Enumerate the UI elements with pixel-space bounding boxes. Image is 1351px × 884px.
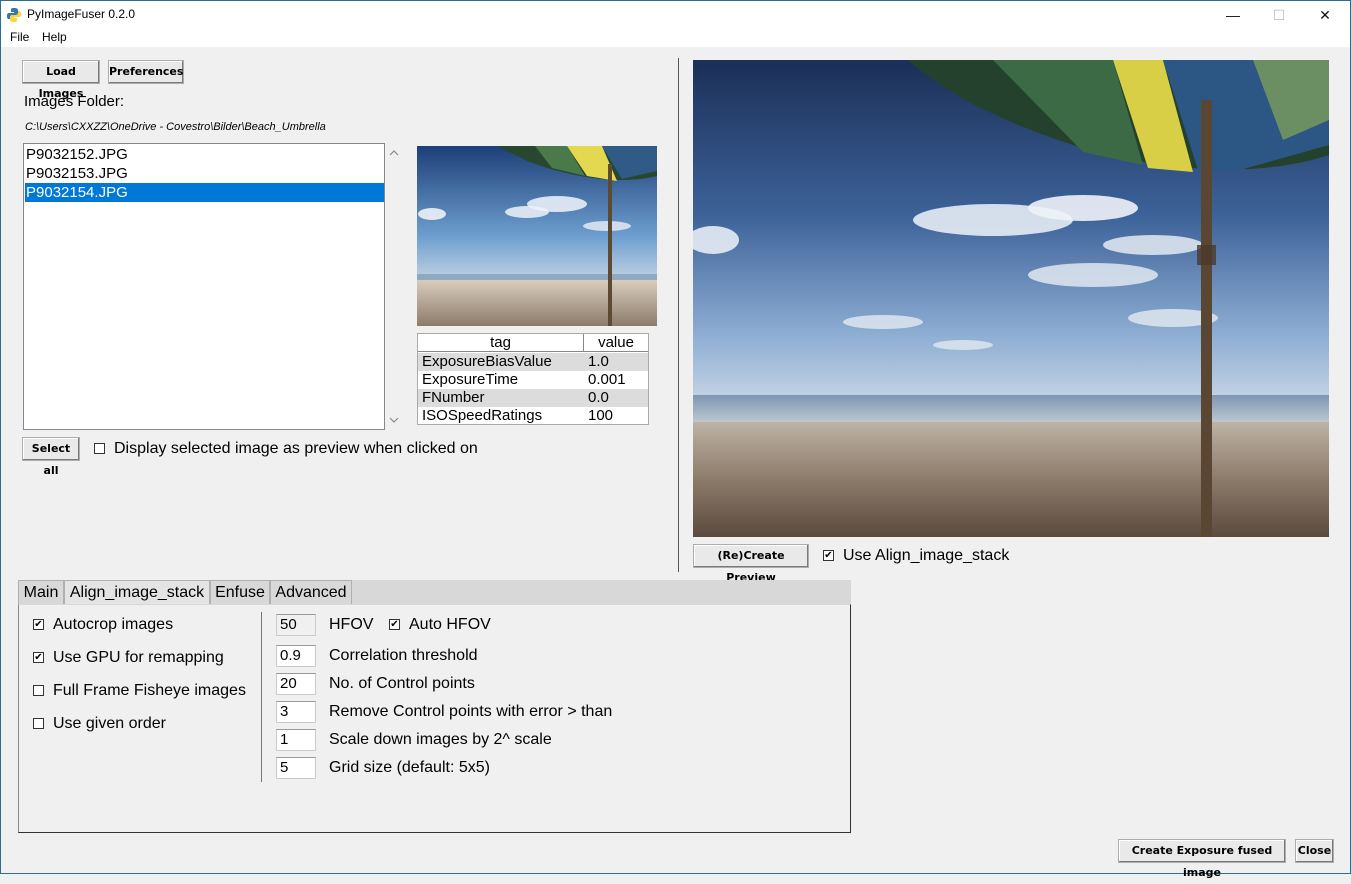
menu-file[interactable]: File [10, 30, 29, 44]
fisheye-label: Full Frame Fisheye images [53, 682, 246, 699]
table-row[interactable]: FNumber 0.0 [418, 389, 648, 407]
table-row[interactable]: ExposureTime 0.001 [418, 371, 648, 389]
minimize-button[interactable]: — [1210, 1, 1256, 29]
menu-help[interactable]: Help [42, 30, 67, 44]
auto-hfov-label: Auto HFOV [409, 616, 491, 633]
exif-tag-cell: ExposureTime [422, 371, 519, 388]
autocrop-checkbox[interactable]: ✔ [33, 619, 44, 630]
title-bar [1, 1, 1350, 29]
close-button[interactable]: Close [1295, 839, 1334, 863]
python-icon [7, 8, 21, 22]
tab-enfuse[interactable]: Enfuse [210, 580, 270, 604]
remove-control-points-label: Remove Control points with error > than [329, 703, 613, 720]
remove-control-points-input[interactable]: 3 [276, 701, 316, 723]
exif-value-cell: 0.001 [588, 371, 626, 388]
panel-separator [261, 612, 262, 782]
list-item-selected[interactable]: P9032154.JPG [25, 183, 384, 202]
file-listbox[interactable]: P9032152.JPG P9032153.JPG P9032154.JPG [23, 143, 385, 430]
exif-header-value[interactable]: value [584, 334, 648, 352]
grid-size-input[interactable]: 5 [276, 757, 316, 779]
given-order-label: Use given order [53, 715, 166, 732]
control-points-label: No. of Control points [329, 675, 475, 692]
preview-image [693, 60, 1329, 537]
recreate-preview-button[interactable]: (Re)Create Preview [693, 544, 809, 584]
load-images-button[interactable]: Load Images [22, 60, 100, 100]
tab-advanced[interactable]: Advanced [270, 580, 352, 604]
control-points-input[interactable]: 20 [276, 673, 316, 695]
use-align-label: Use Align_image_stack [843, 547, 1010, 564]
list-scrollbar[interactable] [386, 143, 402, 430]
table-row[interactable]: ISOSpeedRatings 100 [418, 407, 648, 425]
fisheye-checkbox[interactable] [33, 685, 44, 696]
use-align-checkbox[interactable]: ✔ [823, 550, 834, 561]
list-item[interactable]: P9032152.JPG [25, 145, 384, 164]
thumbnail-image [417, 146, 657, 326]
menu-bar [1, 29, 1350, 47]
tab-align-image-stack[interactable]: Align_image_stack [64, 580, 210, 604]
close-window-button[interactable]: ✕ [1302, 1, 1348, 29]
folder-path: C:\Users\CXXZZ\OneDrive - Covestro\Bilde… [25, 121, 326, 133]
list-item[interactable]: P9032153.JPG [25, 164, 384, 183]
scale-down-label: Scale down images by 2^ scale [329, 731, 552, 748]
table-row[interactable]: ExposureBiasValue 1.0 [418, 353, 648, 371]
vertical-divider [678, 58, 679, 572]
exif-table: tag value ExposureBiasValue 1.0 Exposure… [417, 333, 649, 425]
scale-down-input[interactable]: 1 [276, 729, 316, 751]
scroll-down-icon [389, 417, 399, 423]
correlation-threshold-input[interactable]: 0.9 [276, 645, 316, 667]
exif-tag-cell: ISOSpeedRatings [422, 407, 543, 424]
exif-value-cell: 100 [588, 407, 614, 424]
autocrop-label: Autocrop images [53, 616, 174, 633]
use-gpu-checkbox[interactable]: ✔ [33, 652, 44, 663]
display-preview-checkbox[interactable] [94, 443, 105, 454]
auto-hfov-checkbox[interactable]: ✔ [389, 619, 400, 630]
correlation-threshold-label: Correlation threshold [329, 647, 478, 664]
images-folder-label: Images Folder: [24, 93, 125, 110]
given-order-checkbox[interactable] [33, 718, 44, 729]
create-fused-image-button[interactable]: Create Exposure fused image [1118, 839, 1286, 879]
tab-main[interactable]: Main [18, 580, 64, 604]
hfov-label: HFOV [329, 616, 374, 633]
scroll-up-icon [389, 150, 399, 156]
exif-header-tag[interactable]: tag [418, 334, 584, 352]
exif-value-cell: 1.0 [588, 353, 609, 370]
exif-tag-cell: ExposureBiasValue [422, 353, 552, 370]
maximize-button[interactable]: ☐ [1256, 1, 1302, 29]
exif-tag-cell: FNumber [422, 389, 485, 406]
exif-value-cell: 0.0 [588, 389, 609, 406]
display-preview-label: Display selected image as preview when c… [114, 440, 478, 457]
use-gpu-label: Use GPU for remapping [53, 649, 224, 666]
hfov-input[interactable]: 50 [276, 614, 316, 636]
grid-size-label: Grid size (default: 5x5) [329, 759, 490, 776]
select-all-button[interactable]: Select all [22, 437, 80, 477]
window-title: PyImageFuser 0.2.0 [27, 7, 136, 21]
preferences-button[interactable]: Preferences [108, 60, 184, 84]
